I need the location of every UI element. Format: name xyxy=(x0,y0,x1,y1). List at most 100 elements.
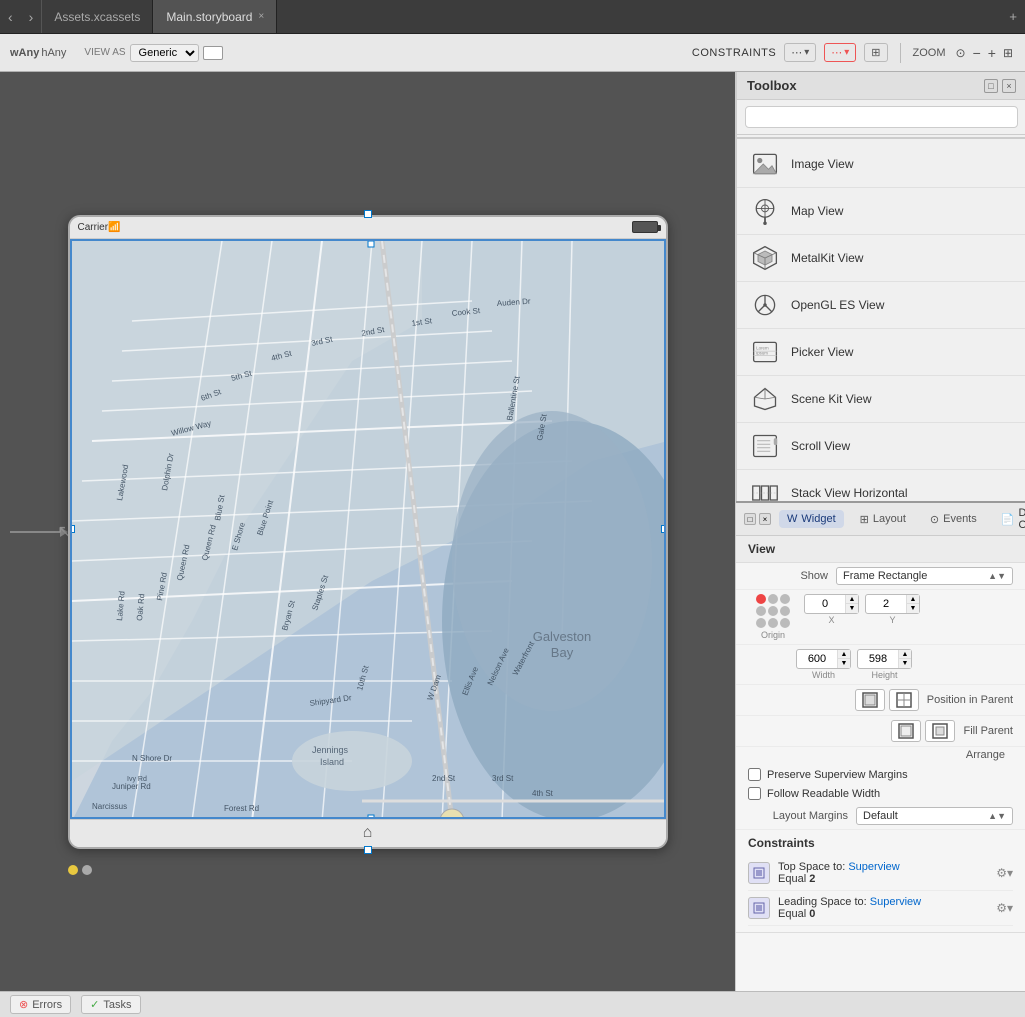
layout-margins-arrow: ▲▼ xyxy=(988,811,1006,821)
y-input[interactable] xyxy=(866,595,906,613)
props-restore-btn[interactable]: □ xyxy=(744,513,756,525)
size-w: wAny xyxy=(10,47,39,59)
origin-dot-tm[interactable] xyxy=(768,594,778,604)
y-down-btn[interactable]: ▼ xyxy=(907,604,919,613)
image-view-icon xyxy=(749,148,781,180)
tasks-label: Tasks xyxy=(103,999,131,1011)
y-up-btn[interactable]: ▲ xyxy=(907,595,919,604)
toolbox-restore-btn[interactable]: □ xyxy=(984,79,998,93)
toolbox-item-map-view[interactable]: Map View xyxy=(737,188,1025,235)
origin-dot-bm[interactable] xyxy=(768,618,778,628)
x-down-btn[interactable]: ▼ xyxy=(846,604,858,613)
toolbox-item-scroll[interactable]: Scroll View xyxy=(737,423,1025,470)
x-input[interactable] xyxy=(805,595,845,613)
x-up-btn[interactable]: ▲ xyxy=(846,595,858,604)
constraint-leading-relation: Equal xyxy=(778,908,806,920)
origin-dot-bl[interactable] xyxy=(756,618,766,628)
toolbox-close-btn[interactable]: × xyxy=(1002,79,1016,93)
map-view[interactable]: Jennings Island Galveston Bay Willow Way… xyxy=(70,239,666,819)
origin-dot-br[interactable] xyxy=(780,618,790,628)
events-tab-label: Events xyxy=(943,513,977,525)
constraints-section: Constraints Top Space to: Superview Equa… xyxy=(736,830,1025,933)
toolbox-item-image-view[interactable]: Image View xyxy=(737,141,1025,188)
opengl-label: OpenGL ES View xyxy=(791,298,884,312)
origin-label: Origin xyxy=(761,630,785,640)
position-btn-2[interactable] xyxy=(889,689,919,711)
zoom-fit-btn[interactable]: ⊙ xyxy=(954,45,968,61)
position-btn-1[interactable] xyxy=(855,689,885,711)
tab-events[interactable]: ⊙ Events xyxy=(922,510,985,529)
svg-text:Ivy Rd: Ivy Rd xyxy=(127,776,147,783)
constraint-remove-btn[interactable]: ⋯ ▾ xyxy=(824,43,856,62)
x-label: X xyxy=(828,615,834,625)
follow-readable-checkbox[interactable] xyxy=(748,787,761,800)
preserve-margins-label[interactable]: Preserve Superview Margins xyxy=(767,769,908,781)
origin-group: Origin xyxy=(748,594,798,640)
tab-widget[interactable]: W Widget xyxy=(779,510,844,528)
x-stepper: ▲ ▼ xyxy=(845,595,858,613)
height-down-btn[interactable]: ▼ xyxy=(899,659,911,668)
toolbox-item-picker[interactable]: Lorem ipsum Picker View xyxy=(737,329,1025,376)
tab-main[interactable]: Main.storyboard × xyxy=(153,0,277,33)
svg-text:146: 146 xyxy=(445,818,459,819)
arrange-btn-2[interactable] xyxy=(925,720,955,742)
constraints-section-title: Constraints xyxy=(748,836,1013,850)
width-down-btn[interactable]: ▼ xyxy=(838,659,850,668)
toolbox-item-metalkit[interactable]: MetalKit View xyxy=(737,235,1025,282)
errors-btn[interactable]: ⊗ Errors xyxy=(10,995,71,1014)
toolbox-item-opengl[interactable]: OpenGL ES View xyxy=(737,282,1025,329)
y-input-group: ▲ ▼ xyxy=(865,594,920,614)
widget-tab-icon: W xyxy=(787,513,797,525)
preserve-margins-checkbox[interactable] xyxy=(748,768,761,781)
svg-text:Bay: Bay xyxy=(550,645,573,660)
svg-text:Galveston: Galveston xyxy=(532,629,591,644)
origin-dot-ml[interactable] xyxy=(756,606,766,616)
constraint-grid-btn[interactable]: ⊞ xyxy=(864,43,887,62)
constraint-top-gear[interactable]: ⚙▾ xyxy=(996,866,1013,880)
layout-margins-dropdown[interactable]: Default ▲▼ xyxy=(856,807,1013,825)
tasks-btn[interactable]: ✓ Tasks xyxy=(81,995,140,1014)
size-h: hAny xyxy=(41,47,66,59)
stackh-label: Stack View Horizontal xyxy=(791,486,908,500)
layout-margins-label: Layout Margins xyxy=(748,810,848,822)
zoom-out-btn[interactable]: − xyxy=(971,45,983,61)
toolbox-item-scenekit[interactable]: Scene Kit View xyxy=(737,376,1025,423)
constraint-leading-gear[interactable]: ⚙▾ xyxy=(996,901,1013,915)
handle-bottom[interactable] xyxy=(364,846,372,854)
tab-layout[interactable]: ⊞ Layout xyxy=(852,510,914,529)
follow-readable-label[interactable]: Follow Readable Width xyxy=(767,788,880,800)
props-close-btn[interactable]: × xyxy=(759,513,771,525)
zoom-in-btn[interactable]: + xyxy=(986,45,998,61)
origin-dot-mm[interactable] xyxy=(768,606,778,616)
tab-assets[interactable]: Assets.xcassets xyxy=(41,0,153,33)
constraints-label: CONSTRAINTS xyxy=(692,47,776,59)
doc-outline-btn[interactable]: 📄 Document Outline xyxy=(1001,507,1025,531)
height-input[interactable] xyxy=(858,650,898,668)
constraint-add-btn[interactable]: ⋯ ▾ xyxy=(784,43,816,62)
toolbar-divider xyxy=(900,43,901,63)
tab-assets-label: Assets.xcassets xyxy=(54,10,140,24)
arrange-btn-1[interactable] xyxy=(891,720,921,742)
origin-dot-selected[interactable] xyxy=(756,594,766,604)
xy-row: Origin ▲ ▼ X xyxy=(736,590,1025,645)
zoom-fit2-btn[interactable]: ⊞ xyxy=(1001,45,1015,61)
width-input-group: ▲ ▼ xyxy=(796,649,851,669)
handle-left[interactable] xyxy=(70,525,75,533)
origin-dot-mr[interactable] xyxy=(780,606,790,616)
tab-close-btn[interactable]: × xyxy=(258,11,264,22)
view-as-select[interactable]: Generic xyxy=(130,44,199,62)
height-up-btn[interactable]: ▲ xyxy=(899,650,911,659)
show-dropdown[interactable]: Frame Rectangle ▲▼ xyxy=(836,567,1013,585)
wifi-icon: 📶 xyxy=(108,222,120,233)
toolbox-search-input[interactable] xyxy=(745,106,1018,128)
tab-back-btn[interactable]: ‹ xyxy=(0,0,21,33)
tab-add-btn[interactable]: + xyxy=(1001,9,1025,24)
width-up-btn[interactable]: ▲ xyxy=(838,650,850,659)
tab-forward-btn[interactable]: › xyxy=(21,0,42,33)
toolbox-item-stackh[interactable]: Stack View Horizontal xyxy=(737,470,1025,501)
handle-right[interactable] xyxy=(661,525,666,533)
origin-dot-tr[interactable] xyxy=(780,594,790,604)
scroll-icon xyxy=(749,430,781,462)
width-input[interactable] xyxy=(797,650,837,668)
handle-top[interactable] xyxy=(364,210,372,218)
